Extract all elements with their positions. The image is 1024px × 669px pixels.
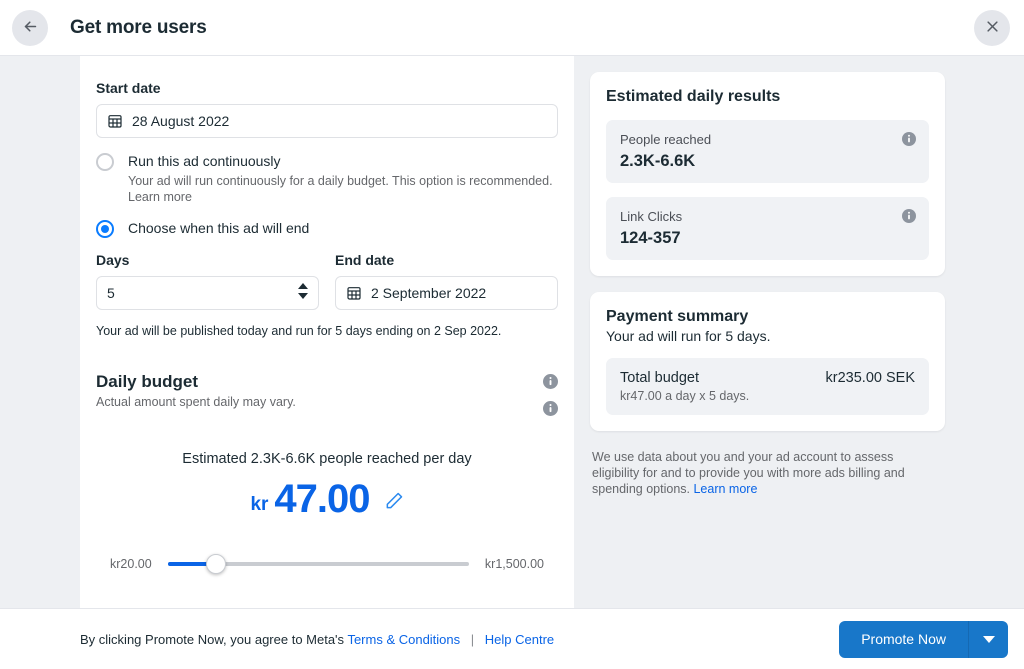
stat-value: 124-357 [620, 229, 681, 247]
currency-symbol: kr [250, 494, 269, 515]
stat-link-clicks: Link Clicks 124-357 [606, 197, 929, 260]
budget-amount-row: kr 47.00 [96, 477, 558, 522]
payment-summary-subtitle: Your ad will run for 5 days. [606, 328, 771, 344]
dialog-footer: By clicking Promote Now, you agree to Me… [0, 608, 1024, 669]
end-date-input[interactable]: 2 September 2022 [335, 276, 558, 310]
dialog-header: Get more users [0, 0, 1024, 56]
days-value: 5 [107, 285, 115, 301]
slider-max-label: kr1,500.00 [484, 557, 544, 571]
budget-slider-row: kr20.00 kr1,500.00 [96, 554, 558, 574]
start-date-input[interactable]: 28 August 2022 [96, 104, 558, 138]
stat-people-reached: People reached 2.3K-6.6K [606, 120, 929, 183]
pencil-icon[interactable] [384, 483, 404, 516]
data-usage-disclaimer: We use data about you and your ad accoun… [590, 449, 945, 497]
radio-choose-end[interactable] [96, 220, 114, 238]
option-end-title: Choose when this ad will end [128, 220, 310, 236]
days-enddate-row: Days 5 End date 2 September 2022 [96, 252, 558, 310]
info-icon[interactable] [543, 401, 558, 421]
slider-min-label: kr20.00 [110, 557, 152, 571]
close-icon [985, 19, 1000, 37]
footer-separator: | [470, 631, 475, 647]
learn-more-link[interactable]: Learn more [693, 482, 757, 496]
schedule-budget-panel: Start date 28 August 2022 Run this ad co… [80, 56, 574, 608]
daily-budget-header: Daily budget Actual amount spent daily m… [96, 372, 558, 416]
payment-summary-title: Payment summary [606, 308, 749, 325]
estimated-results-card: Estimated daily results People reached 2… [590, 72, 945, 276]
promote-button-group: Promote Now [839, 620, 1008, 658]
start-date-value: 28 August 2022 [132, 113, 230, 129]
budget-slider[interactable] [167, 554, 469, 574]
days-label: Days [96, 252, 130, 268]
learn-more-continuous-link[interactable]: Learn more [128, 190, 192, 204]
page-title: Get more users [70, 16, 207, 38]
slider-thumb[interactable] [205, 554, 226, 574]
summary-panel: Estimated daily results People reached 2… [590, 72, 945, 497]
close-button[interactable] [974, 10, 1010, 46]
stat-label: People reached [620, 132, 712, 147]
info-icon[interactable] [902, 132, 916, 151]
footer-prefix: By clicking Promote Now, you agree to Me… [80, 631, 345, 647]
promote-ad-dialog: Get more users Start date 28 August 2022… [0, 0, 1024, 669]
daily-budget-subtitle: Actual amount spent daily may vary. [96, 395, 296, 409]
dialog-body: Start date 28 August 2022 Run this ad co… [0, 56, 1024, 608]
caret-up-icon [298, 283, 308, 289]
footer-legal-text: By clicking Promote Now, you agree to Me… [80, 632, 554, 647]
info-icon[interactable] [543, 374, 558, 394]
back-button[interactable] [12, 9, 48, 46]
info-icon[interactable] [902, 209, 916, 228]
promote-options-button[interactable] [968, 620, 1008, 658]
stat-label: Link Clicks [620, 209, 683, 224]
daily-budget-title: Daily budget [96, 372, 199, 391]
start-date-label: Start date [96, 80, 161, 96]
stat-value: 2.3K-6.6K [620, 152, 696, 170]
promote-now-button[interactable]: Promote Now [839, 620, 968, 658]
radio-run-continuously[interactable] [96, 153, 114, 171]
option-run-continuously[interactable]: Run this ad continuously Your ad will ru… [96, 152, 558, 205]
option-continuous-desc: Your ad will run continuously for a dail… [128, 174, 553, 188]
option-continuous-title: Run this ad continuously [128, 153, 281, 169]
end-date-label: End date [335, 252, 395, 268]
help-centre-link[interactable]: Help Centre [485, 632, 554, 647]
days-stepper[interactable] [298, 283, 308, 300]
terms-link[interactable]: Terms & Conditions [347, 632, 460, 647]
days-input[interactable]: 5 [96, 276, 319, 310]
payment-summary-card: Payment summary Your ad will run for 5 d… [590, 292, 945, 431]
total-budget-row: Total budget kr47.00 a day x 5 days. kr2… [606, 358, 929, 415]
arrow-left-icon [22, 18, 39, 38]
budget-amount-value: 47.00 [274, 477, 370, 521]
calendar-icon [346, 285, 362, 301]
estimate-reach-line: Estimated 2.3K-6.6K people reached per d… [182, 451, 472, 467]
chevron-down-icon [982, 632, 995, 647]
calendar-icon [107, 113, 123, 129]
total-budget-label: Total budget [620, 370, 700, 386]
estimated-results-title: Estimated daily results [606, 88, 781, 105]
end-date-value: 2 September 2022 [371, 285, 487, 301]
total-budget-amount: kr235.00 SEK [825, 370, 915, 386]
total-budget-breakdown: kr47.00 a day x 5 days. [620, 389, 750, 403]
option-choose-end[interactable]: Choose when this ad will end [96, 219, 558, 238]
schedule-note: Your ad will be published today and run … [96, 324, 502, 338]
caret-down-icon [298, 293, 308, 299]
